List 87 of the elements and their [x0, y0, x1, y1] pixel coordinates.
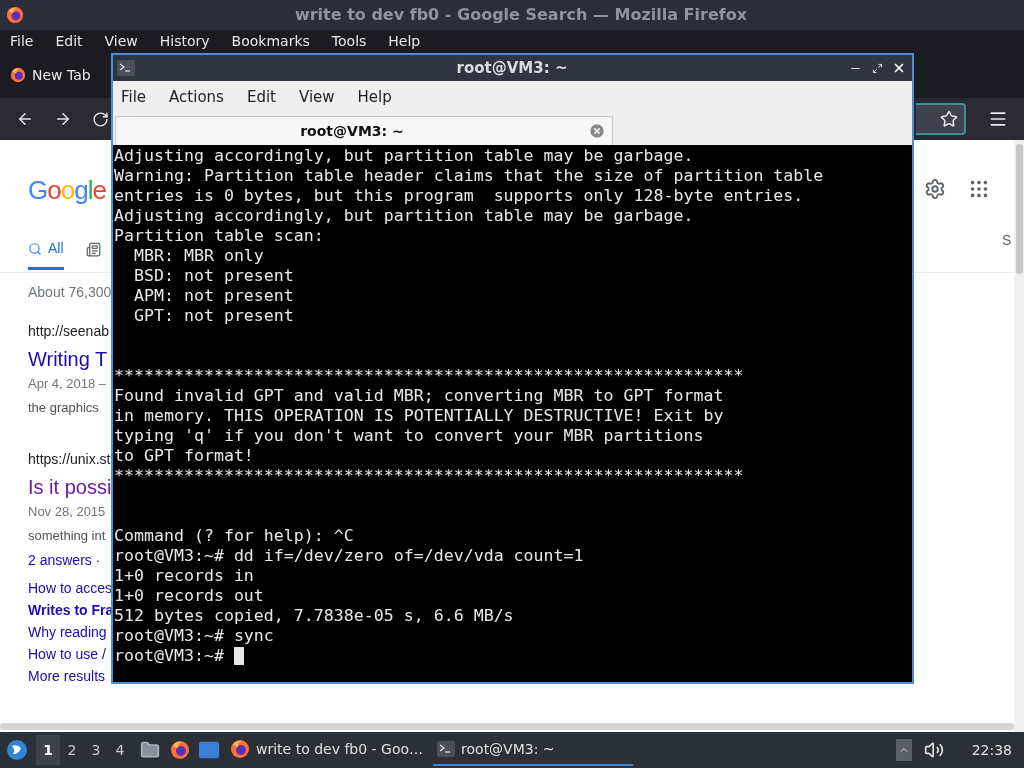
terminal-line: ***************************************************************	[114, 466, 744, 486]
terminal-line: 1+0 records out	[114, 586, 264, 606]
menu-item[interactable]: Actions	[169, 86, 224, 109]
terminal-line: Warning: Partition table header claims that the size of partition table	[114, 166, 824, 186]
menu-icon[interactable]	[988, 109, 1008, 129]
maximize-icon[interactable]	[872, 62, 883, 74]
bookmark-star-icon[interactable]	[940, 110, 958, 128]
text-cursor	[233, 647, 244, 665]
menu-item[interactable]: Help	[388, 30, 421, 52]
search-tab[interactable]: S	[914, 230, 1014, 251]
horizontal-scrollbar[interactable]	[0, 723, 1014, 730]
reload-icon[interactable]	[92, 110, 109, 128]
taskbar-task[interactable]: root@VM3: ~	[433, 734, 634, 766]
menu-item[interactable]: Tools	[331, 30, 367, 52]
firefox-icon	[10, 67, 26, 83]
start-menu-icon[interactable]	[6, 739, 28, 761]
terminal-line: root@VM3:~#	[114, 646, 224, 666]
firefox-icon	[170, 740, 190, 760]
terminal-line: BSD: not present	[132, 266, 294, 286]
logo[interactable]: Google	[28, 176, 112, 204]
terminal-line: in memory. THIS OPERATION IS POTENTIALLY DESTRUCTIVE! Exit by	[114, 406, 724, 426]
answers-link[interactable]: 2 answers ·	[28, 550, 112, 571]
menu-item[interactable]: File	[121, 86, 147, 109]
terminal-line: Command (? for help): ^C	[114, 526, 354, 546]
terminal-line: APM: not present	[132, 286, 294, 306]
address-field[interactable]	[916, 103, 966, 135]
terminal-line: Found invalid GPT and valid MBR; converting MBR to GPT format	[114, 386, 724, 406]
firefox-icon	[6, 6, 24, 24]
terminal-line: Adjusting accordingly, but partition table may be garbage.	[114, 206, 694, 226]
volume-icon[interactable]	[923, 740, 944, 760]
terminal-line: 512 bytes copied, 7.7838e-05 s, 6.6 MB/s	[114, 606, 514, 626]
terminal-line: entries is 0 bytes, but this program supports only 128-byte entries.	[114, 186, 804, 206]
terminal-line: ***************************************************************	[114, 366, 744, 386]
news-icon[interactable]	[85, 241, 101, 257]
workspace-button[interactable]: 1	[36, 735, 60, 765]
terminal-line: Partition table scan:	[114, 226, 324, 246]
vertical-scrollbar[interactable]	[1014, 140, 1024, 732]
window-title: root@VM3: ~	[455, 57, 569, 79]
settings-icon[interactable]	[924, 178, 946, 200]
menu-item[interactable]: View	[298, 86, 335, 109]
workspace-button[interactable]: 4	[108, 735, 132, 765]
menu-item[interactable]: Help	[357, 86, 392, 109]
terminal-icon	[437, 741, 456, 757]
terminal-line: GPT: not present	[132, 306, 294, 326]
result-date: Nov 28, 2015	[28, 503, 107, 521]
terminal-tab[interactable]: root@VM3: ~	[115, 116, 613, 145]
taskbar-task[interactable]: write to dev fb0 - Goo…	[226, 734, 428, 766]
result-title[interactable]: Is it possi	[28, 474, 112, 500]
related-link[interactable]: How to use /	[28, 643, 112, 665]
related-link[interactable]: Why reading	[28, 621, 112, 643]
back-icon[interactable]	[16, 110, 34, 128]
menu-item[interactable]: File	[10, 30, 34, 52]
result-snippet: something int	[28, 526, 107, 545]
terminal-line: Adjusting accordingly, but partition table may be garbage.	[114, 146, 694, 166]
result-stats: About 76,300	[28, 283, 112, 302]
firefox-icon	[230, 739, 250, 759]
result-snippet: the graphics	[28, 398, 100, 417]
close-tab-icon[interactable]	[588, 122, 606, 140]
menu-item[interactable]: Bookmarks	[231, 30, 310, 52]
related-link[interactable]: More results	[28, 665, 112, 687]
result-title[interactable]: Writing T	[28, 346, 112, 372]
menu-item[interactable]: Edit	[246, 86, 276, 109]
terminal-line: typing 'q' if you don't want to convert your MBR partitions	[114, 426, 704, 446]
workspace-button[interactable]: 2	[60, 735, 84, 765]
menu-item[interactable]: Edit	[55, 30, 83, 52]
window-icon[interactable]	[198, 739, 220, 761]
result-url[interactable]: https://unix.st	[28, 449, 112, 470]
result-date: Apr 4, 2018 –	[28, 375, 108, 393]
clock[interactable]: 22:38	[971, 739, 1012, 761]
related-link[interactable]: How to acces	[28, 577, 112, 599]
terminal-line: to GPT format!	[114, 446, 254, 466]
terminal-line: root@VM3:~# sync	[114, 626, 274, 646]
terminal-line: MBR: MBR only	[132, 246, 264, 266]
menu-item[interactable]: History	[159, 30, 210, 52]
menu-item[interactable]: View	[104, 30, 138, 52]
forward-icon[interactable]	[54, 110, 72, 128]
terminal-icon	[117, 60, 135, 76]
apps-grid-icon[interactable]	[968, 178, 990, 200]
window-title: write to dev fb0 - Google Search — Mozilla Firefox	[293, 4, 749, 26]
close-icon[interactable]	[892, 61, 906, 75]
browser-tab[interactable]: New Tab	[10, 64, 91, 86]
terminal-line: 1+0 records in	[114, 566, 254, 586]
folder-icon[interactable]	[140, 740, 160, 760]
terminal-line: root@VM3:~# dd if=/dev/zero of=/dev/vda count=1	[114, 546, 584, 566]
workspace-button[interactable]: 3	[84, 735, 108, 765]
search-icon	[28, 241, 42, 256]
result-url[interactable]: http://seenab	[28, 321, 112, 342]
